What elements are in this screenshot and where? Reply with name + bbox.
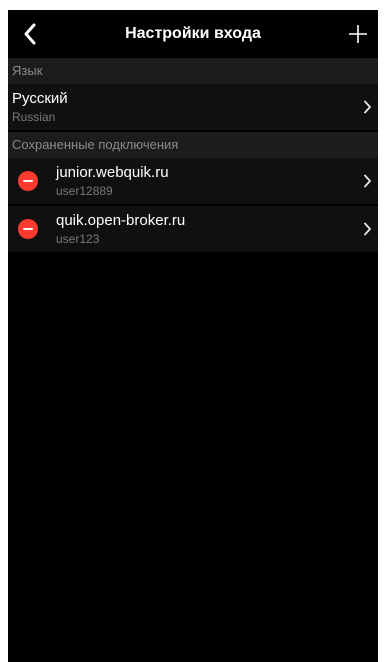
login-settings-screen: Настройки входа Язык Русский Russian Сох… [8, 10, 378, 662]
delete-connection-button[interactable] [18, 219, 38, 239]
minus-icon [23, 228, 33, 230]
connection-user: user12889 [56, 184, 113, 198]
connection-row[interactable]: junior.webquik.ru user12889 [8, 158, 378, 204]
section-header-saved-connections: Сохраненные подключения [8, 132, 378, 158]
chevron-right-icon [360, 172, 374, 190]
navigation-bar: Настройки входа [8, 10, 378, 58]
section-header-language: Язык [8, 58, 378, 84]
delete-connection-button[interactable] [18, 171, 38, 191]
page-title: Настройки входа [125, 25, 261, 42]
plus-icon [349, 25, 367, 43]
connection-user: user123 [56, 232, 100, 246]
connection-host: junior.webquik.ru [56, 164, 169, 181]
language-row[interactable]: Русский Russian [8, 84, 378, 130]
language-title: Русский [12, 90, 68, 107]
add-connection-button[interactable] [340, 16, 376, 52]
chevron-right-icon [360, 220, 374, 238]
language-subtitle: Russian [12, 110, 56, 124]
connection-row[interactable]: quik.open-broker.ru user123 [8, 206, 378, 252]
connection-host: quik.open-broker.ru [56, 212, 186, 229]
chevron-left-icon [24, 23, 36, 45]
minus-icon [23, 180, 33, 182]
chevron-right-icon [360, 98, 374, 116]
back-button[interactable] [10, 16, 50, 52]
